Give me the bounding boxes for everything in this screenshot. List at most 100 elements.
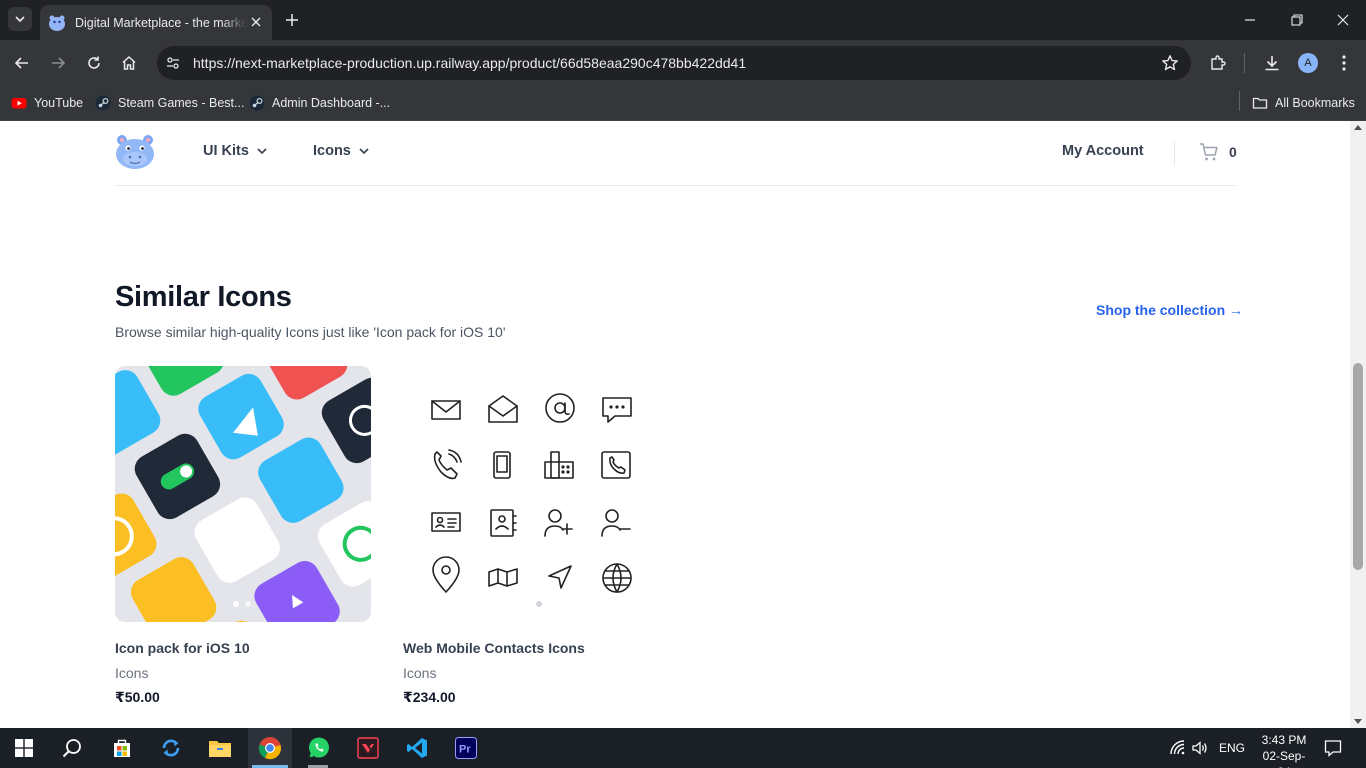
browser-toolbar: https://next-marketplace-production.up.r… xyxy=(0,40,1366,86)
shopping-cart-icon xyxy=(1200,143,1218,161)
restore-icon[interactable] xyxy=(1285,8,1309,32)
chevron-down-icon xyxy=(359,148,369,155)
forward-arrow-icon[interactable] xyxy=(46,51,70,75)
nav-ui-kits-label: UI Kits xyxy=(203,143,249,159)
close-window-icon[interactable] xyxy=(1331,8,1355,32)
tab-search-button[interactable] xyxy=(8,7,32,31)
tab-close-icon[interactable] xyxy=(248,14,264,30)
hippo-logo-icon[interactable] xyxy=(115,133,155,171)
carousel-dot[interactable] xyxy=(536,601,542,607)
product-card[interactable]: Icon pack for iOS 10 Icons ₹50.00 xyxy=(115,366,371,706)
product-price: ₹234.00 xyxy=(403,689,456,705)
whatsapp-icon[interactable] xyxy=(305,734,333,762)
scroll-up-arrow-icon[interactable] xyxy=(1354,125,1362,130)
all-bookmarks-label: All Bookmarks xyxy=(1275,96,1355,110)
url-text[interactable]: https://next-marketplace-production.up.r… xyxy=(193,55,746,71)
ios-app-icons-illustration xyxy=(115,366,371,622)
phone-call-icon xyxy=(433,449,462,480)
add-user-icon xyxy=(544,509,573,537)
hippo-favicon-icon xyxy=(49,15,65,31)
my-account-link[interactable]: My Account xyxy=(1062,143,1144,159)
profile-avatar[interactable]: A xyxy=(1298,53,1318,73)
tab-title: Digital Marketplace - the marketplace fo… xyxy=(75,15,247,30)
site-navbar: UI Kits Icons My Account 0 xyxy=(115,121,1237,186)
extensions-icon[interactable] xyxy=(1206,51,1230,75)
browser-tab-active[interactable]: Digital Marketplace - the marketplace fo… xyxy=(40,5,272,40)
wifi-icon[interactable] xyxy=(1169,739,1187,757)
chat-bubble-icon xyxy=(602,397,632,423)
chrome-icon[interactable] xyxy=(256,734,284,762)
clock[interactable]: 3:43 PM 02-Sep-24 xyxy=(1256,732,1312,768)
contacts-icons-illustration xyxy=(431,393,632,593)
nav-icons[interactable]: Icons xyxy=(313,143,370,159)
address-bar[interactable]: https://next-marketplace-production.up.r… xyxy=(157,46,1191,80)
windows-start-icon[interactable] xyxy=(10,734,38,762)
address-book-icon xyxy=(490,509,517,537)
sync-app-icon[interactable] xyxy=(157,734,185,762)
page-viewport: UI Kits Icons My Account 0 Similar Icons… xyxy=(0,121,1366,728)
bookmark-admin-dashboard[interactable]: Admin Dashboard -... xyxy=(249,93,390,113)
language-indicator[interactable]: ENG xyxy=(1219,741,1245,755)
downloads-icon[interactable] xyxy=(1260,51,1284,75)
premiere-pro-icon[interactable]: Pr xyxy=(452,734,480,762)
scroll-down-arrow-icon[interactable] xyxy=(1354,719,1362,724)
back-arrow-icon[interactable] xyxy=(10,51,34,75)
valorant-icon[interactable] xyxy=(354,734,382,762)
minimize-icon[interactable] xyxy=(1238,8,1262,32)
bookmark-label: YouTube xyxy=(34,96,84,110)
scrollbar-thumb[interactable] xyxy=(1353,363,1363,570)
section-subtitle: Browse similar high-quality Icons just l… xyxy=(115,324,506,340)
at-sign-icon xyxy=(545,393,575,423)
mobile-phone-icon xyxy=(493,451,511,479)
site-info-icon[interactable] xyxy=(164,54,182,72)
nav-ui-kits[interactable]: UI Kits xyxy=(203,143,268,159)
cart-count: 0 xyxy=(1229,144,1237,160)
all-bookmarks-button[interactable]: All Bookmarks xyxy=(1252,93,1355,113)
carousel-dot[interactable] xyxy=(233,601,239,607)
product-image-ios-icon-pack[interactable] xyxy=(115,366,371,622)
page-scrollbar[interactable] xyxy=(1350,121,1366,728)
steam-icon xyxy=(249,95,265,111)
file-explorer-icon[interactable] xyxy=(206,734,234,762)
product-image-contacts-icons[interactable] xyxy=(403,366,659,622)
fax-icon xyxy=(544,451,574,479)
nav-divider xyxy=(1174,141,1175,165)
product-name[interactable]: Web Mobile Contacts Icons xyxy=(403,640,659,656)
nav-icons-label: Icons xyxy=(313,143,351,159)
id-card-icon xyxy=(431,512,461,532)
bookmarks-divider xyxy=(1239,91,1240,111)
carousel-dot[interactable] xyxy=(245,601,251,607)
new-tab-icon[interactable] xyxy=(282,10,302,30)
phone-box-icon xyxy=(601,451,631,479)
search-icon[interactable] xyxy=(58,734,86,762)
vscode-icon[interactable] xyxy=(403,734,431,762)
chevron-down-icon xyxy=(257,148,267,155)
product-card[interactable]: Web Mobile Contacts Icons Icons ₹234.00 xyxy=(403,366,659,706)
bookmarks-bar: YouTube Steam Games - Best... Admin Dash… xyxy=(0,86,1366,121)
toolbar-divider xyxy=(1244,53,1245,73)
notifications-icon[interactable] xyxy=(1324,739,1342,757)
reload-icon[interactable] xyxy=(82,51,106,75)
open-mail-icon xyxy=(488,395,518,423)
bookmark-label: Admin Dashboard -... xyxy=(272,96,391,110)
clock-time: 3:43 PM xyxy=(1261,733,1307,747)
folder-icon xyxy=(1252,97,1268,109)
shop-collection-link[interactable]: Shop the collection → xyxy=(1096,302,1243,318)
kebab-menu-icon[interactable] xyxy=(1332,51,1356,75)
map-icon xyxy=(488,568,518,587)
product-name[interactable]: Icon pack for iOS 10 xyxy=(115,640,371,656)
volume-icon[interactable] xyxy=(1191,739,1209,757)
home-icon[interactable] xyxy=(117,51,141,75)
steam-icon xyxy=(95,95,111,111)
product-category: Icons xyxy=(115,665,149,681)
bookmark-youtube[interactable]: YouTube xyxy=(11,93,83,113)
bookmark-steam-games[interactable]: Steam Games - Best... xyxy=(95,93,244,113)
bookmark-star-icon[interactable] xyxy=(1161,54,1179,72)
chevron-down-icon xyxy=(15,16,25,23)
mail-icon xyxy=(431,400,461,420)
microsoft-store-icon[interactable] xyxy=(108,734,136,762)
section-title: Similar Icons xyxy=(115,281,292,313)
cart-button[interactable]: 0 xyxy=(1199,142,1237,162)
bookmark-label: Steam Games - Best... xyxy=(118,96,245,110)
navigation-arrow-icon xyxy=(548,565,572,589)
